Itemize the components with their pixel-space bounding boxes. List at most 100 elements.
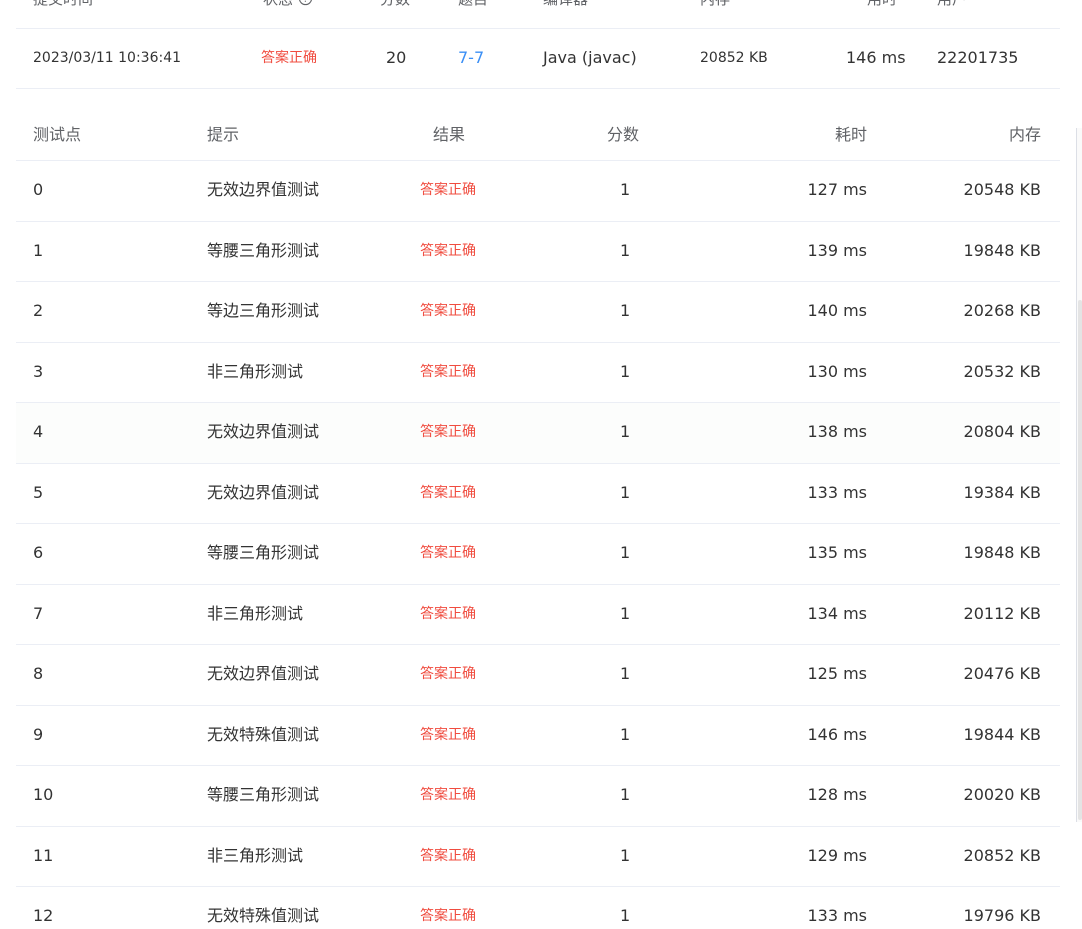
table-row: 11 非三角形测试 答案正确 1 129 ms 20852 KB xyxy=(16,827,1060,887)
case-id: 10 xyxy=(33,785,54,804)
case-result: 答案正确 xyxy=(420,303,476,319)
header-user: 用户 xyxy=(937,0,967,9)
submission-status: 答案正确 xyxy=(261,50,317,66)
case-memory: 19848 KB xyxy=(963,543,1041,562)
table-row: 9 无效特殊值测试 答案正确 1 146 ms 19844 KB xyxy=(16,706,1060,766)
cases-header-row: 测试点 提示 结果 分数 耗时 内存 xyxy=(16,102,1060,161)
compiler-value: Java (javac) xyxy=(543,48,637,67)
case-score: 1 xyxy=(620,240,631,260)
case-memory: 20532 KB xyxy=(963,361,1041,381)
case-score: 1 xyxy=(620,180,631,199)
case-memory: 20020 KB xyxy=(963,785,1041,804)
case-result: 答案正确 xyxy=(420,726,476,743)
case-time: 127 ms xyxy=(807,180,867,199)
case-memory: 19796 KB xyxy=(963,906,1041,925)
case-hint: 等边三角形测试 xyxy=(207,301,320,320)
case-time: 133 ms xyxy=(807,906,867,925)
case-id: 0 xyxy=(33,180,44,199)
header-case-memory: 内存 xyxy=(1008,125,1041,144)
case-time: 133 ms xyxy=(807,482,867,502)
summary-row: 2023/03/11 10:36:41 答案正确 20 7-7 Java (ja… xyxy=(16,29,1060,89)
submission-summary-table: 提交时间 状态 ? 分数 题目 编译器 内存 用时 用户 2023/03/11 … xyxy=(16,0,1060,89)
case-score: 1 xyxy=(620,785,631,804)
case-hint: 非三角形测试 xyxy=(207,361,304,381)
cases-body: 0 无效边界值测试 答案正确 1 127 ms 20548 KB 1 等腰三角形… xyxy=(16,161,1060,929)
memory-value: 20852 KB xyxy=(700,50,768,66)
case-memory: 20476 KB xyxy=(963,664,1041,683)
case-hint: 无效边界值测试 xyxy=(207,482,320,502)
case-time: 129 ms xyxy=(807,845,867,865)
submit-time: 2023/03/11 10:36:41 xyxy=(33,50,182,66)
case-hint: 无效边界值测试 xyxy=(207,664,320,683)
case-time: 130 ms xyxy=(807,361,867,381)
header-result: 结果 xyxy=(433,125,466,144)
case-id: 9 xyxy=(33,724,44,744)
user-value: 22201735 xyxy=(937,48,1019,67)
header-problem: 题目 xyxy=(458,0,488,9)
case-memory: 20804 KB xyxy=(963,422,1041,441)
header-submit-time: 提交时间 xyxy=(33,0,93,9)
case-result: 答案正确 xyxy=(420,182,476,198)
case-id: 3 xyxy=(33,361,44,381)
header-status: 状态 ? xyxy=(263,0,313,9)
case-hint: 无效特殊值测试 xyxy=(207,724,320,744)
case-time: 139 ms xyxy=(807,240,867,260)
table-row: 10 等腰三角形测试 答案正确 1 128 ms 20020 KB xyxy=(16,766,1060,827)
case-memory: 19384 KB xyxy=(963,482,1041,502)
problem-link[interactable]: 7-7 xyxy=(458,48,484,68)
case-score: 1 xyxy=(620,724,631,744)
header-compiler: 编译器 xyxy=(543,0,588,9)
case-time: 135 ms xyxy=(807,543,867,562)
case-id: 8 xyxy=(33,664,44,683)
case-score: 1 xyxy=(620,603,631,623)
case-id: 6 xyxy=(33,543,44,562)
case-score: 1 xyxy=(620,422,631,441)
svg-text:?: ? xyxy=(303,0,307,4)
case-time: 140 ms xyxy=(807,301,867,320)
case-result: 答案正确 xyxy=(420,666,476,682)
table-row: 6 等腰三角形测试 答案正确 1 135 ms 19848 KB xyxy=(16,524,1060,585)
case-hint: 非三角形测试 xyxy=(207,603,304,623)
time-value: 146 ms xyxy=(846,48,906,67)
case-hint: 等腰三角形测试 xyxy=(207,543,320,562)
case-time: 138 ms xyxy=(807,422,867,441)
case-memory: 20852 KB xyxy=(963,845,1041,865)
case-hint: 等腰三角形测试 xyxy=(207,785,320,804)
case-id: 11 xyxy=(33,845,54,865)
table-row: 4 无效边界值测试 答案正确 1 138 ms 20804 KB xyxy=(16,403,1060,464)
case-memory: 20112 KB xyxy=(963,603,1041,623)
case-result: 答案正确 xyxy=(420,847,476,864)
summary-header-row: 提交时间 状态 ? 分数 题目 编译器 内存 用时 用户 xyxy=(16,0,1060,29)
case-hint: 无效边界值测试 xyxy=(207,180,320,199)
case-hint: 无效特殊值测试 xyxy=(207,906,320,925)
case-id: 12 xyxy=(33,906,54,925)
case-result: 答案正确 xyxy=(420,363,476,380)
case-score: 1 xyxy=(620,906,631,925)
header-time: 用时 xyxy=(867,0,897,9)
case-memory: 19848 KB xyxy=(963,240,1041,260)
table-row: 3 非三角形测试 答案正确 1 130 ms 20532 KB xyxy=(16,343,1060,403)
header-score: 分数 xyxy=(380,0,410,9)
case-score: 1 xyxy=(620,664,631,683)
submission-detail-page: 提交时间 状态 ? 分数 题目 编译器 内存 用时 用户 2023/03/11 … xyxy=(0,0,1082,929)
case-id: 4 xyxy=(33,422,44,441)
header-hint: 提示 xyxy=(207,125,240,144)
case-memory: 20268 KB xyxy=(963,301,1041,320)
case-id: 2 xyxy=(33,301,44,320)
case-result: 答案正确 xyxy=(420,545,476,561)
case-time: 128 ms xyxy=(807,785,867,804)
test-cases-table: 测试点 提示 结果 分数 耗时 内存 0 无效边界值测试 答案正确 1 127 … xyxy=(16,102,1060,929)
case-result: 答案正确 xyxy=(420,484,476,501)
case-hint: 非三角形测试 xyxy=(207,845,304,865)
case-result: 答案正确 xyxy=(420,242,476,259)
table-row: 1 等腰三角形测试 答案正确 1 139 ms 19848 KB xyxy=(16,222,1060,282)
scrollbar[interactable] xyxy=(1078,0,1082,929)
case-hint: 无效边界值测试 xyxy=(207,422,320,441)
case-memory: 20548 KB xyxy=(963,180,1041,199)
case-result: 答案正确 xyxy=(420,908,476,924)
help-circle-icon[interactable]: ? xyxy=(298,0,313,8)
table-row: 0 无效边界值测试 答案正确 1 127 ms 20548 KB xyxy=(16,161,1060,222)
case-memory: 19844 KB xyxy=(963,724,1041,744)
table-row: 7 非三角形测试 答案正确 1 134 ms 20112 KB xyxy=(16,585,1060,645)
case-score: 1 xyxy=(620,845,631,865)
